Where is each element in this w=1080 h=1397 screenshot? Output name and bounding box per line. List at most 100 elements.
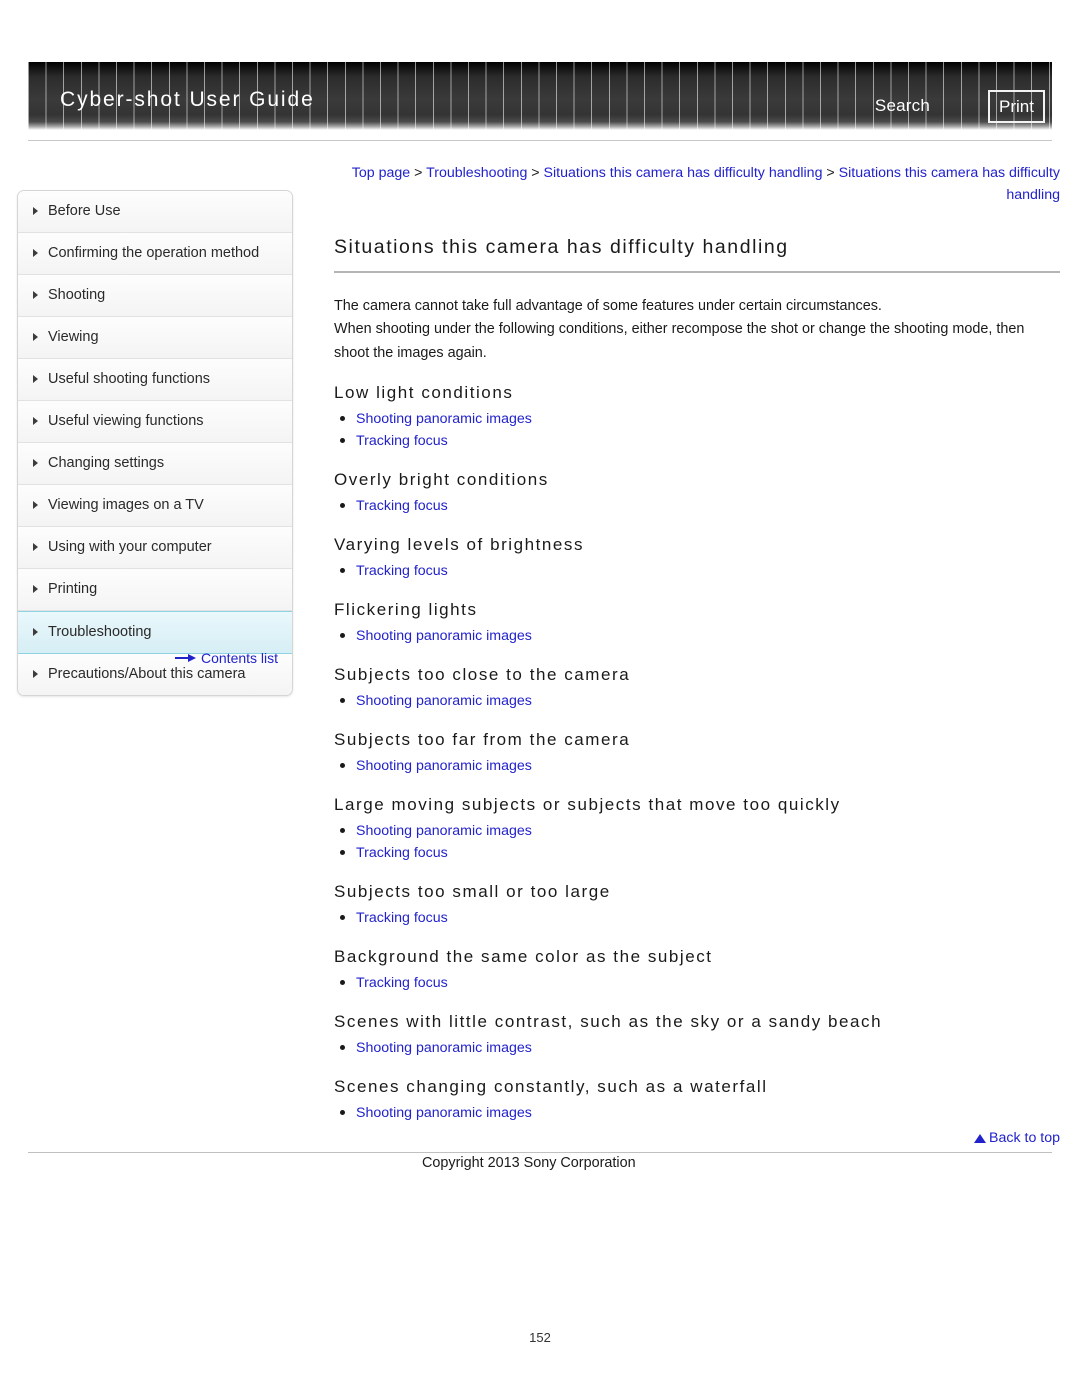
header-divider <box>28 140 1052 141</box>
sidebar-item-label: Before Use <box>48 203 121 219</box>
triangle-right-icon <box>33 249 38 258</box>
sidebar-item-label: Useful shooting functions <box>48 371 211 388</box>
breadcrumb: Top page > Troubleshooting > Situations … <box>334 162 1060 206</box>
content-section: Overly bright conditions Tracking focus <box>334 470 1060 517</box>
breadcrumb-item[interactable]: Top page <box>352 165 410 181</box>
footer-divider <box>28 1152 1052 1153</box>
print-button[interactable]: Print <box>988 90 1045 123</box>
sidebar-item-label: Changing settings <box>48 455 165 472</box>
contents-list-link[interactable]: Contents list <box>175 650 278 666</box>
section-heading: Subjects too far from the camera <box>334 729 631 749</box>
copyright-text: Copyright 2013 Sony Corporation <box>422 1155 636 1171</box>
sidebar-item-label: Useful viewing functions <box>48 413 204 430</box>
breadcrumb-item[interactable]: Situations this camera has difficulty ha… <box>544 165 823 181</box>
section-link[interactable]: Shooting panoramic images <box>334 1037 1060 1059</box>
triangle-right-icon <box>33 291 38 300</box>
site-title: Cyber-shot User Guide <box>60 88 315 111</box>
breadcrumb-item[interactable]: Situations this camera has difficulty ha… <box>839 165 1060 203</box>
arrow-right-icon <box>175 653 197 663</box>
triangle-right-icon <box>33 459 38 468</box>
section-link-list: Shooting panoramic images Tracking focus <box>334 408 1060 452</box>
triangle-right-icon <box>33 501 38 510</box>
triangle-right-icon <box>33 628 38 637</box>
section-link[interactable]: Tracking focus <box>334 972 1060 994</box>
breadcrumb-separator: > <box>826 165 835 181</box>
section-heading: Low light conditions <box>334 382 514 402</box>
content-section: Varying levels of brightness Tracking foc… <box>334 535 1060 582</box>
back-to-top-link[interactable]: Back to top <box>334 1130 1060 1146</box>
intro-line: When shooting under the following condit… <box>334 321 1025 361</box>
sidebar-nav: Before Use Confirming the operation metho… <box>17 190 293 697</box>
sidebar-item-label: Troubleshooting <box>48 624 152 641</box>
content-section: Scenes changing constantly, such as a wa… <box>334 1077 1060 1124</box>
breadcrumb-separator: > <box>414 165 423 181</box>
content-section: Subjects too close to the camera Shooting… <box>334 665 1060 712</box>
sidebar-item-label: Precautions/About this camera <box>48 666 246 683</box>
section-link-list: Tracking focus <box>334 495 1060 517</box>
back-to-top-label: Back to top <box>989 1130 1060 1146</box>
breadcrumb-separator: > <box>531 165 540 181</box>
section-heading: Overly bright conditions <box>334 469 549 489</box>
triangle-right-icon <box>33 543 38 552</box>
sidebar-item-label: Shooting <box>48 287 106 304</box>
section-link[interactable]: Tracking focus <box>334 907 1060 929</box>
content-section: Flickering lights Shooting panoramic imag… <box>334 600 1060 647</box>
section-link[interactable]: Tracking focus <box>334 495 1060 517</box>
triangle-right-icon <box>33 585 38 594</box>
section-heading: Scenes changing constantly, such as a wa… <box>334 1076 768 1096</box>
triangle-up-icon <box>974 1134 987 1143</box>
search-button[interactable]: Search <box>875 96 930 116</box>
section-heading: Background the same color as the subject <box>334 946 713 966</box>
section-link[interactable]: Shooting panoramic images <box>334 625 1060 647</box>
content-section: Background the same color as the subject… <box>334 947 1060 994</box>
content-section: Scenes with little contrast, such as the… <box>334 1012 1060 1059</box>
section-link[interactable]: Shooting panoramic images <box>334 1102 1060 1124</box>
content-section: Subjects too far from the camera Shooting… <box>334 730 1060 777</box>
section-link-list: Shooting panoramic images <box>334 625 1060 647</box>
section-link-list: Shooting panoramic images Tracking focus <box>334 820 1060 864</box>
sidebar-item-viewing[interactable]: Viewing <box>18 317 292 360</box>
sidebar-item-viewing-images-on-a-tv[interactable]: Viewing images on a TV <box>18 485 292 528</box>
main-content: Top page > Troubleshooting > Situations … <box>334 162 1060 1124</box>
sidebar-item-printing[interactable]: Printing <box>18 569 292 612</box>
content-section: Subjects too small or too large Tracking … <box>334 882 1060 929</box>
breadcrumb-item[interactable]: Troubleshooting <box>426 165 527 181</box>
sidebar-item-shooting[interactable]: Shooting <box>18 275 292 318</box>
sidebar-item-useful-viewing-functions[interactable]: Useful viewing functions <box>18 401 292 444</box>
sidebar-item-before-use[interactable]: Before Use <box>18 191 292 234</box>
triangle-right-icon <box>33 417 38 426</box>
section-link-list: Shooting panoramic images <box>334 1037 1060 1059</box>
sidebar-item-confirming-the-operation-method[interactable]: Confirming the operation method <box>18 233 292 276</box>
sidebar-item-label: Printing <box>48 581 98 598</box>
section-heading: Large moving subjects or subjects that m… <box>334 794 841 814</box>
section-link-list: Tracking focus <box>334 907 1060 929</box>
page-number: 152 <box>529 1330 551 1345</box>
intro-paragraph: The camera cannot take full advantage of… <box>334 295 1060 365</box>
sidebar-item-useful-shooting-functions[interactable]: Useful shooting functions <box>18 359 292 402</box>
intro-line: The camera cannot take full advantage of… <box>334 298 882 314</box>
contents-list-label: Contents list <box>201 650 279 666</box>
section-link[interactable]: Tracking focus <box>334 430 1060 452</box>
sidebar-item-label: Using with your computer <box>48 539 212 556</box>
section-link[interactable]: Tracking focus <box>334 842 1060 864</box>
section-link[interactable]: Shooting panoramic images <box>334 690 1060 712</box>
sidebar-item-using-with-your-computer[interactable]: Using with your computer <box>18 527 292 570</box>
section-link-list: Shooting panoramic images <box>334 690 1060 712</box>
content-section: Large moving subjects or subjects that m… <box>334 795 1060 864</box>
sidebar-item-troubleshooting[interactable]: Troubleshooting <box>18 611 292 655</box>
section-heading: Varying levels of brightness <box>334 534 585 554</box>
section-heading: Subjects too close to the camera <box>334 664 631 684</box>
section-link[interactable]: Shooting panoramic images <box>334 820 1060 842</box>
section-link[interactable]: Shooting panoramic images <box>334 408 1060 430</box>
section-link[interactable]: Tracking focus <box>334 560 1060 582</box>
section-link-list: Tracking focus <box>334 560 1060 582</box>
section-link[interactable]: Shooting panoramic images <box>334 755 1060 777</box>
sidebar-item-label: Viewing images on a TV <box>48 497 204 514</box>
section-link-list: Shooting panoramic images <box>334 755 1060 777</box>
sections-container: Low light conditions Shooting panoramic i… <box>334 383 1060 1124</box>
content-section: Low light conditions Shooting panoramic i… <box>334 383 1060 452</box>
page-title: Situations this camera has difficulty ha… <box>334 236 1060 273</box>
triangle-right-icon <box>33 333 38 342</box>
sidebar-item-changing-settings[interactable]: Changing settings <box>18 443 292 486</box>
triangle-right-icon <box>33 375 38 384</box>
